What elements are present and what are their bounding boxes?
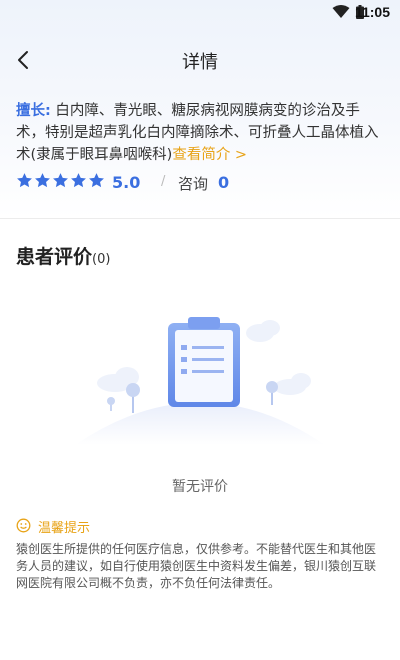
smile-icon xyxy=(16,518,31,533)
reviews-section-title: 患者评价(0) xyxy=(16,242,110,269)
consult-label: 咨询 xyxy=(178,175,209,193)
specialty-text: 擅长: 白内障、青光眼、糖尿病视网膜病变的诊治及手术，特别是超声乳化白内障摘除术… xyxy=(16,100,386,166)
star-icon xyxy=(71,173,86,188)
tip-title: 温馨提示 xyxy=(38,521,91,536)
nav-bar: 详情 xyxy=(0,40,400,80)
tip-body: 猿创医生所提供的任何医疗信息，仅供参考。不能替代医生和其他医务人员的建议，如自行… xyxy=(16,542,377,590)
star-rating xyxy=(16,172,106,194)
empty-reviews-text: 暂无评价 xyxy=(172,479,228,495)
consult-count: 0 xyxy=(218,173,230,192)
star-icon xyxy=(17,173,32,188)
reviews-count: (0) xyxy=(92,252,111,267)
star-icon xyxy=(53,173,68,188)
empty-clipboard-illustration xyxy=(75,317,325,445)
page-title: 详情 xyxy=(182,52,218,73)
wifi-icon xyxy=(332,5,350,18)
rating-row: 5.0 / 咨询 0 xyxy=(16,172,386,194)
status-time: 11:05 xyxy=(354,4,390,20)
divider xyxy=(0,218,400,219)
status-bar: 11:05 xyxy=(0,0,400,26)
reviews-title: 患者评价 xyxy=(16,246,93,268)
star-icon xyxy=(89,173,104,188)
specialty-label: 擅长: xyxy=(16,103,51,119)
view-profile-link[interactable]: 查看简介 > xyxy=(172,147,247,163)
star-icon xyxy=(35,173,50,188)
rating-separator: / xyxy=(161,174,166,189)
rating-value: 5.0 xyxy=(112,173,141,192)
